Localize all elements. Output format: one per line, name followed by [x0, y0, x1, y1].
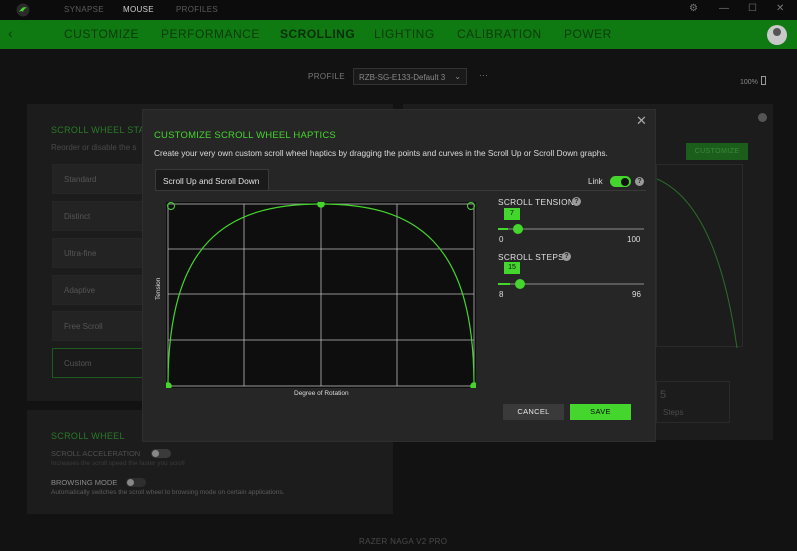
chevron-down-icon: ⌄	[454, 72, 461, 81]
background-steps-label: Steps	[663, 408, 684, 417]
battery-icon	[760, 76, 766, 85]
title-bar: SYNAPSE MOUSE PROFILES ⚙ — ☐ ✕	[0, 0, 797, 20]
battery-indicator: 100%	[740, 76, 766, 86]
stage-distinct[interactable]: Distinct	[52, 201, 144, 231]
tab-scroll-up-down[interactable]: Scroll Up and Scroll Down	[155, 169, 269, 191]
stage-ultra-fine[interactable]: Ultra-fine	[52, 238, 144, 268]
settings-gear-icon[interactable]: ⚙	[689, 3, 698, 14]
steps-slider[interactable]	[498, 279, 644, 289]
tab-divider	[155, 190, 646, 191]
link-help-icon[interactable]: ?	[635, 177, 644, 186]
tab-power[interactable]: POWER	[564, 27, 612, 41]
close-window-icon[interactable]: ✕	[776, 3, 784, 14]
haptics-graph[interactable]	[164, 200, 478, 390]
link-toggle[interactable]	[610, 176, 631, 187]
profile-dropdown[interactable]: RZB-SG-E133-Default 3 ⌄	[353, 68, 467, 85]
steps-slider-thumb[interactable]	[514, 279, 525, 289]
scroll-acceleration-toggle[interactable]	[151, 449, 171, 458]
device-name-footer: RAZER NAGA V2 PRO	[359, 537, 448, 546]
steps-value-badge: 15	[504, 262, 520, 274]
browsing-mode-label: BROWSING MODE	[51, 478, 118, 487]
tension-slider-thumb[interactable]	[513, 224, 524, 234]
steps-min-label: 8	[499, 290, 504, 299]
nav-synapse[interactable]: SYNAPSE	[64, 5, 104, 14]
tension-help-icon[interactable]: ?	[572, 197, 581, 206]
control-handle-left[interactable]	[167, 202, 175, 210]
section-tab-bar: ‹ CUSTOMIZE PERFORMANCE SCROLLING LIGHTI…	[0, 20, 797, 49]
battery-level: 100%	[740, 79, 758, 86]
background-curve	[656, 178, 738, 349]
tab-lighting[interactable]: LIGHTING	[374, 27, 435, 41]
tab-performance[interactable]: PERFORMANCE	[161, 27, 260, 41]
stages-description: Reorder or disable the s	[51, 143, 137, 152]
razer-logo-icon	[16, 3, 30, 17]
haptics-graph-canvas[interactable]	[164, 200, 478, 390]
graph-x-axis-label: Degree of Rotation	[294, 390, 349, 397]
scroll-wheel-title: SCROLL WHEEL	[51, 431, 125, 441]
tension-value-badge: 7	[504, 208, 520, 220]
browsing-mode-toggle[interactable]	[126, 478, 146, 487]
save-button[interactable]: SAVE	[570, 404, 631, 420]
profile-label: PROFILE	[308, 72, 346, 81]
scroll-acceleration-label: SCROLL ACCELERATION	[51, 449, 141, 458]
curve-point-peak[interactable]	[317, 200, 325, 208]
background-graph	[656, 164, 743, 349]
link-label: Link	[588, 177, 603, 186]
tension-slider[interactable]	[498, 224, 644, 234]
scroll-tension-title: SCROLL TENSION	[498, 197, 575, 207]
maximize-icon[interactable]: ☐	[748, 3, 757, 14]
dialog-description: Create your very own custom scroll wheel…	[154, 148, 608, 158]
tab-scrolling[interactable]: SCROLLING	[280, 27, 355, 41]
background-steps-box: 5 Steps	[656, 381, 730, 423]
customize-haptics-dialog: ✕ CUSTOMIZE SCROLL WHEEL HAPTICS Create …	[142, 109, 656, 442]
scroll-steps-title: SCROLL STEPS	[498, 252, 565, 262]
curve-point-start[interactable]	[164, 382, 172, 390]
synapse-window: SYNAPSE MOUSE PROFILES ⚙ — ☐ ✕ ‹ CUSTOMI…	[0, 0, 797, 551]
profile-more-button[interactable]: ···	[479, 70, 488, 80]
user-avatar[interactable]	[767, 25, 787, 45]
background-customize-button[interactable]: CUSTOMIZE	[686, 143, 748, 160]
tension-slider-fill	[498, 228, 509, 230]
stage-custom[interactable]: Custom	[52, 348, 144, 378]
tab-customize[interactable]: CUSTOMIZE	[64, 27, 139, 41]
stage-adaptive[interactable]: Adaptive	[52, 275, 144, 305]
close-icon[interactable]: ✕	[636, 113, 647, 129]
back-chevron-icon[interactable]: ‹	[8, 25, 13, 41]
profile-value: RZB-SG-E133-Default 3	[359, 73, 446, 82]
browsing-mode-description: Automatically switches the scroll wheel …	[51, 489, 285, 496]
steps-slider-fill	[498, 283, 510, 285]
minimize-icon[interactable]: —	[719, 3, 729, 14]
nav-profiles[interactable]: PROFILES	[176, 5, 218, 14]
graph-y-axis-label: Tension	[155, 277, 162, 300]
steps-help-icon[interactable]: ?	[562, 252, 571, 261]
stage-free-scroll[interactable]: Free Scroll	[52, 311, 144, 341]
background-help-icon	[758, 113, 767, 122]
tab-calibration[interactable]: CALIBRATION	[457, 27, 542, 41]
curve-point-end[interactable]	[470, 382, 478, 390]
stage-standard[interactable]: Standard	[52, 164, 144, 194]
dialog-title: CUSTOMIZE SCROLL WHEEL HAPTICS	[154, 130, 336, 141]
tension-min-label: 0	[499, 235, 504, 244]
scroll-acceleration-description: Increases the scroll speed the faster yo…	[51, 460, 185, 467]
cancel-button[interactable]: CANCEL	[503, 404, 564, 420]
graph-grid	[167, 203, 475, 387]
nav-mouse[interactable]: MOUSE	[123, 5, 154, 14]
tension-max-label: 100	[627, 235, 641, 244]
steps-max-label: 96	[632, 290, 641, 299]
background-steps-value: 5	[660, 389, 667, 401]
control-handle-right[interactable]	[467, 202, 475, 210]
